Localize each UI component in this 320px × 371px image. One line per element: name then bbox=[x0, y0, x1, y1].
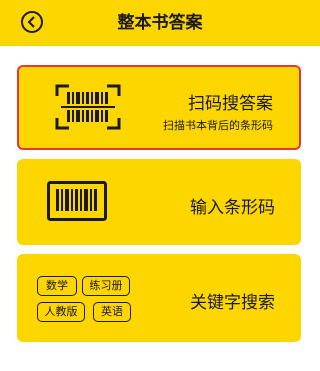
scan-barcode-card[interactable]: 扫码搜答案 扫描书本背后的条形码 bbox=[17, 65, 301, 150]
scan-barcode-subtitle: 扫描书本背后的条形码 bbox=[163, 119, 273, 132]
page-title: 整本书答案 bbox=[117, 13, 203, 33]
tag-pep-edition[interactable]: 人教版 bbox=[37, 302, 85, 322]
barcode-scan-icon bbox=[55, 84, 121, 130]
keyword-search-title: 关键字搜索 bbox=[190, 293, 275, 313]
scan-barcode-title: 扫码搜答案 bbox=[188, 94, 273, 114]
tag-english[interactable]: 英语 bbox=[93, 302, 131, 322]
barcode-icon bbox=[47, 181, 107, 221]
tag-workbook[interactable]: 练习册 bbox=[82, 276, 130, 296]
tag-math[interactable]: 数学 bbox=[37, 276, 77, 296]
input-barcode-title: 输入条形码 bbox=[190, 198, 275, 218]
header-bar: 整本书答案 bbox=[0, 0, 320, 46]
keyword-search-card[interactable]: 数学 练习册 人教版 英语 关键字搜索 bbox=[17, 254, 301, 342]
input-barcode-card[interactable]: 输入条形码 bbox=[17, 159, 301, 245]
